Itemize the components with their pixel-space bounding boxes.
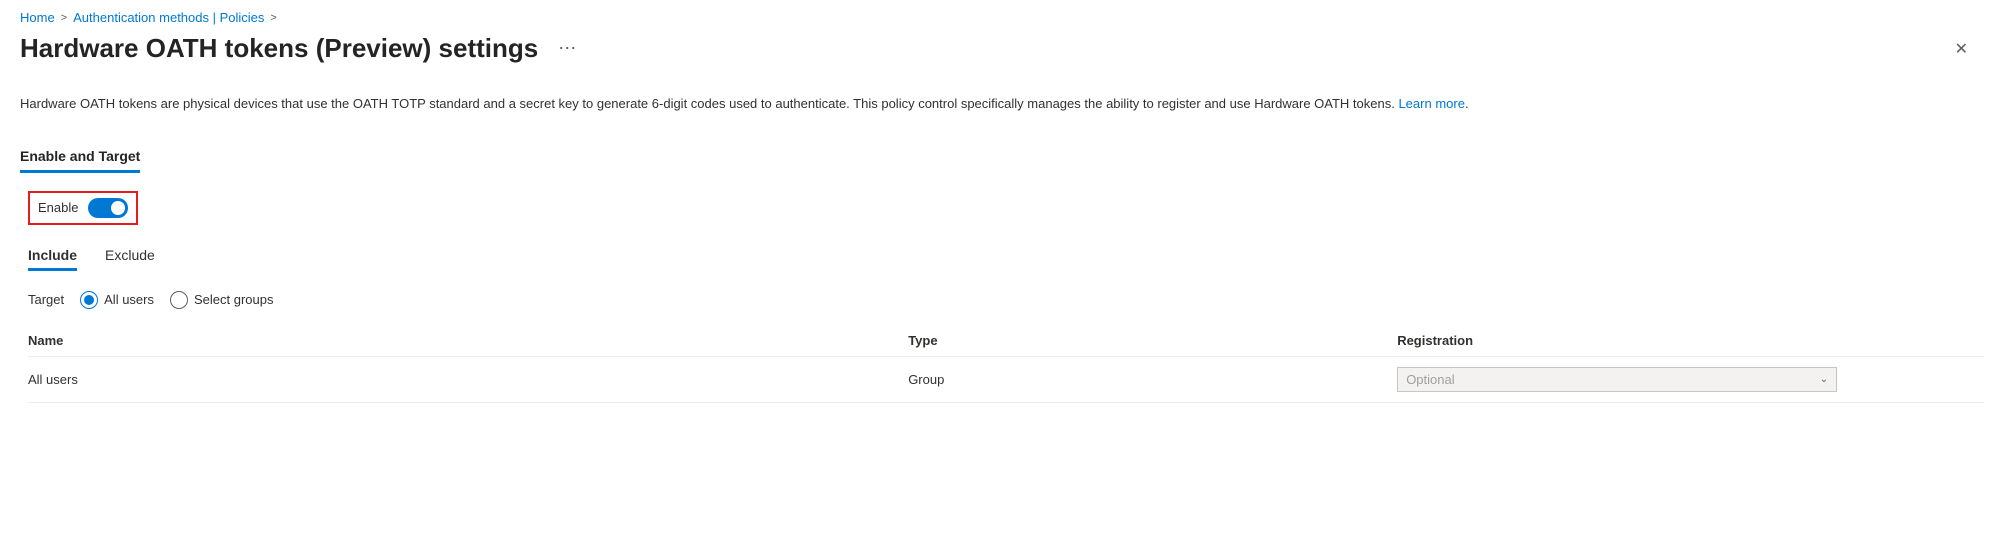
more-actions-icon[interactable]: ⋯ bbox=[558, 38, 577, 59]
radio-select-groups-label: Select groups bbox=[194, 292, 274, 307]
radio-select-groups[interactable]: Select groups bbox=[170, 291, 274, 309]
breadcrumb: Home > Authentication methods | Policies… bbox=[20, 10, 1976, 25]
enable-label: Enable bbox=[38, 200, 78, 215]
description-text: Hardware OATH tokens are physical device… bbox=[20, 96, 1398, 111]
enable-toggle-row: Enable bbox=[28, 191, 138, 225]
tab-include[interactable]: Include bbox=[28, 247, 77, 271]
radio-all-users[interactable]: All users bbox=[80, 291, 154, 309]
policy-description: Hardware OATH tokens are physical device… bbox=[20, 94, 1976, 114]
breadcrumb-auth-methods[interactable]: Authentication methods | Policies bbox=[73, 10, 264, 25]
chevron-right-icon: > bbox=[61, 12, 67, 24]
target-label: Target bbox=[28, 292, 64, 307]
radio-all-users-label: All users bbox=[104, 292, 154, 307]
radio-icon bbox=[80, 291, 98, 309]
registration-select[interactable]: Optional ⌄ bbox=[1397, 367, 1837, 392]
cell-type: Group bbox=[908, 356, 1397, 402]
col-header-type: Type bbox=[908, 325, 1397, 357]
cell-name: All users bbox=[28, 356, 908, 402]
targets-table: Name Type Registration All users Group O… bbox=[28, 325, 1984, 403]
tab-enable-and-target[interactable]: Enable and Target bbox=[20, 142, 140, 173]
section-tabs: Enable and Target bbox=[20, 142, 1976, 173]
include-exclude-tabs: Include Exclude bbox=[28, 247, 1976, 271]
registration-value: Optional bbox=[1406, 372, 1454, 387]
col-header-name: Name bbox=[28, 325, 908, 357]
breadcrumb-home[interactable]: Home bbox=[20, 10, 55, 25]
enable-toggle[interactable] bbox=[88, 198, 128, 218]
page-header: Hardware OATH tokens (Preview) settings … bbox=[20, 33, 1976, 64]
chevron-right-icon: > bbox=[270, 12, 276, 24]
page-title: Hardware OATH tokens (Preview) settings bbox=[20, 33, 538, 64]
radio-icon bbox=[170, 291, 188, 309]
table-row: All users Group Optional ⌄ bbox=[28, 356, 1984, 402]
col-header-registration: Registration bbox=[1397, 325, 1984, 357]
chevron-down-icon: ⌄ bbox=[1820, 374, 1828, 385]
cell-registration: Optional ⌄ bbox=[1397, 356, 1984, 402]
learn-more-link[interactable]: Learn more bbox=[1398, 96, 1464, 111]
tab-exclude[interactable]: Exclude bbox=[105, 247, 155, 271]
close-icon[interactable]: ✕ bbox=[1947, 35, 1976, 63]
target-selector: Target All users Select groups bbox=[28, 291, 1976, 309]
